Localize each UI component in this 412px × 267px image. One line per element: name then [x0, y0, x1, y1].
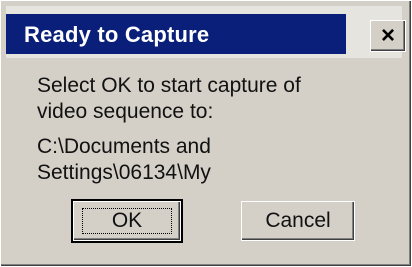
message-line-1: Select OK to start capture of: [37, 74, 301, 97]
capture-dialog: Ready to Capture × Select OK to start ca…: [0, 0, 412, 267]
close-icon: ×: [380, 22, 395, 49]
dialog-title: Ready to Capture: [24, 22, 210, 47]
message-line-2: video sequence to:: [37, 100, 214, 123]
title-bar: Ready to Capture ×: [6, 6, 406, 58]
path-line-2: Settings\06134\My: [37, 161, 211, 184]
cancel-button-label: Cancel: [265, 209, 331, 232]
focus-rect: [82, 208, 172, 234]
path-line-1: C:\Documents and: [37, 135, 211, 158]
cancel-button[interactable]: Cancel: [241, 201, 355, 241]
ok-button[interactable]: OK: [71, 199, 183, 243]
close-button[interactable]: ×: [370, 20, 406, 52]
